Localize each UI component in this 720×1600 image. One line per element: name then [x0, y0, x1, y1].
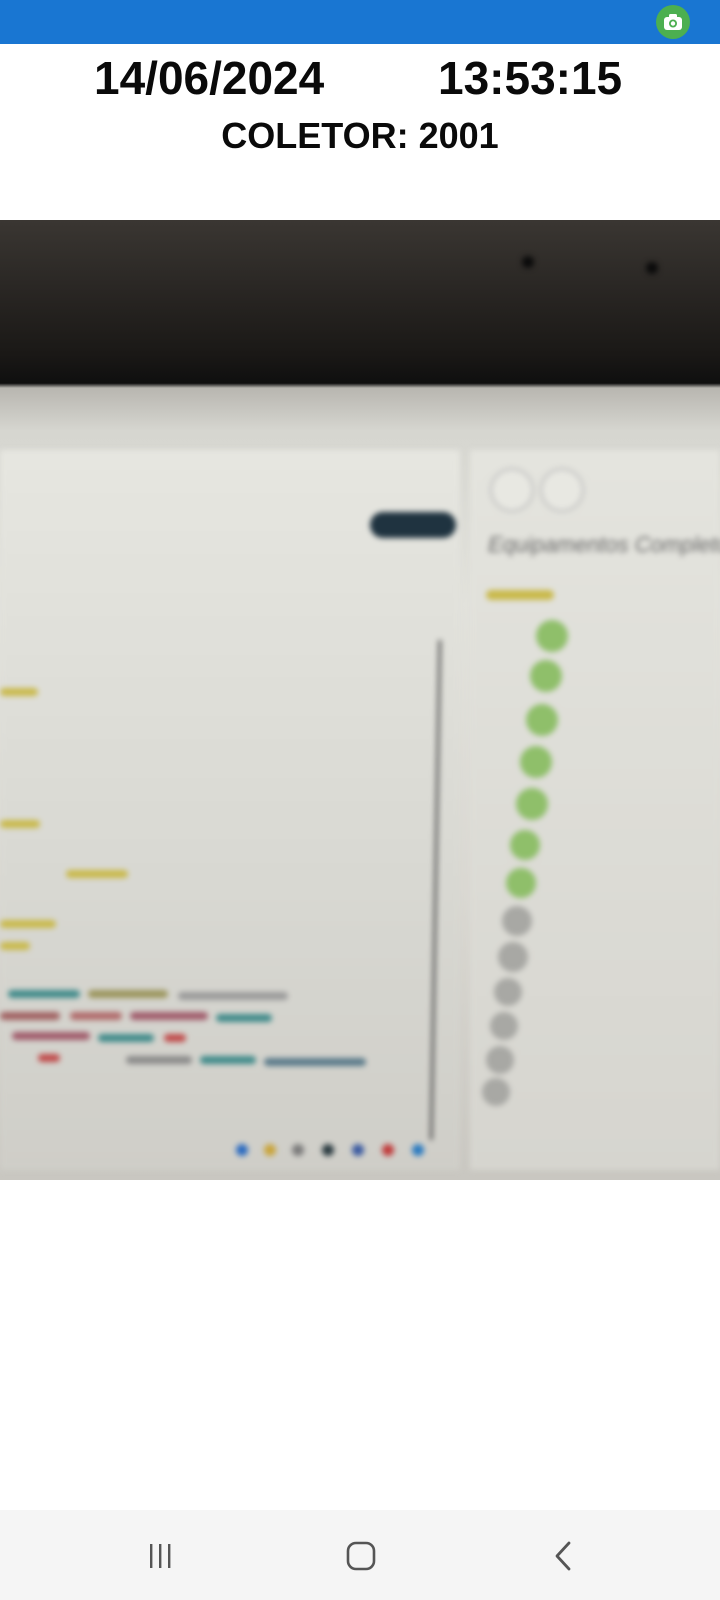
photo-toggle-pill — [370, 512, 456, 538]
datetime-row: 14/06/2024 13:53:15 — [0, 50, 720, 110]
photo-green-circle — [530, 660, 562, 692]
photo-grey-circle — [502, 906, 532, 936]
photo-grey-circle — [490, 1012, 518, 1040]
date-label: 14/06/2024 — [94, 52, 325, 104]
recent-apps-icon — [150, 1544, 171, 1568]
photo-content: Equipamentos Completo — [0, 220, 720, 1180]
photo-green-circle — [526, 704, 558, 736]
photo-webcam-dot — [522, 256, 534, 268]
system-navigation-bar — [0, 1510, 720, 1600]
photo-teal-tag — [264, 1058, 366, 1066]
photo-toolbar-circle — [540, 468, 584, 512]
photo-taskbar-icon — [292, 1144, 304, 1156]
photo-grey-circle — [498, 942, 528, 972]
photo-teal-tag — [8, 990, 80, 998]
photo-taskbar-icon — [382, 1144, 394, 1156]
captured-photo: Equipamentos Completo — [0, 220, 720, 1180]
photo-teal-tag — [200, 1056, 256, 1064]
photo-teal-tag — [216, 1014, 272, 1022]
photo-grey-circle — [482, 1078, 510, 1106]
photo-olive-tag — [88, 990, 168, 998]
photo-yellow-tag — [0, 942, 30, 950]
photo-teal-tag — [98, 1034, 154, 1042]
photo-taskbar-icon — [322, 1144, 334, 1156]
back-button[interactable] — [534, 1532, 594, 1580]
photo-screen-title: Equipamentos Completo — [488, 532, 720, 557]
recent-apps-button[interactable] — [130, 1532, 190, 1580]
status-bar — [0, 0, 720, 44]
photo-yellow-tag — [0, 920, 56, 928]
camera-button[interactable] — [656, 5, 690, 39]
photo-red-tag — [130, 1012, 208, 1020]
photo-taskbar-icon — [264, 1144, 276, 1156]
photo-yellow-tag — [0, 688, 38, 696]
back-icon — [555, 1541, 571, 1571]
home-icon — [346, 1541, 376, 1571]
photo-green-circle — [506, 868, 536, 898]
photo-green-circle — [536, 620, 568, 652]
photo-grey-circle — [486, 1046, 514, 1074]
photo-red-tag — [0, 1012, 60, 1020]
photo-red-tag — [38, 1054, 60, 1062]
photo-yellow-tag — [0, 820, 40, 828]
photo-grey-tag — [178, 992, 288, 1000]
photo-grey-tag — [126, 1056, 192, 1064]
photo-yellow-tag — [486, 590, 554, 600]
photo-taskbar-icon — [412, 1144, 424, 1156]
photo-toolbar-circle — [490, 468, 534, 512]
home-button[interactable] — [331, 1532, 391, 1580]
photo-red-tag — [70, 1012, 122, 1020]
photo-green-circle — [510, 830, 540, 860]
photo-green-circle — [516, 788, 548, 820]
photo-taskbar-icon — [352, 1144, 364, 1156]
photo-taskbar-icon — [236, 1144, 248, 1156]
photo-grey-circle — [494, 978, 522, 1006]
time-label: 13:53:15 — [438, 52, 623, 104]
collector-label: COLETOR: 2001 — [221, 115, 499, 156]
photo-red-tag — [12, 1032, 90, 1040]
photo-yellow-tag — [66, 870, 128, 878]
camera-icon — [664, 14, 682, 30]
photo-red-tag — [164, 1034, 186, 1042]
photo-green-circle — [520, 746, 552, 778]
photo-webcam-dot — [646, 262, 658, 274]
